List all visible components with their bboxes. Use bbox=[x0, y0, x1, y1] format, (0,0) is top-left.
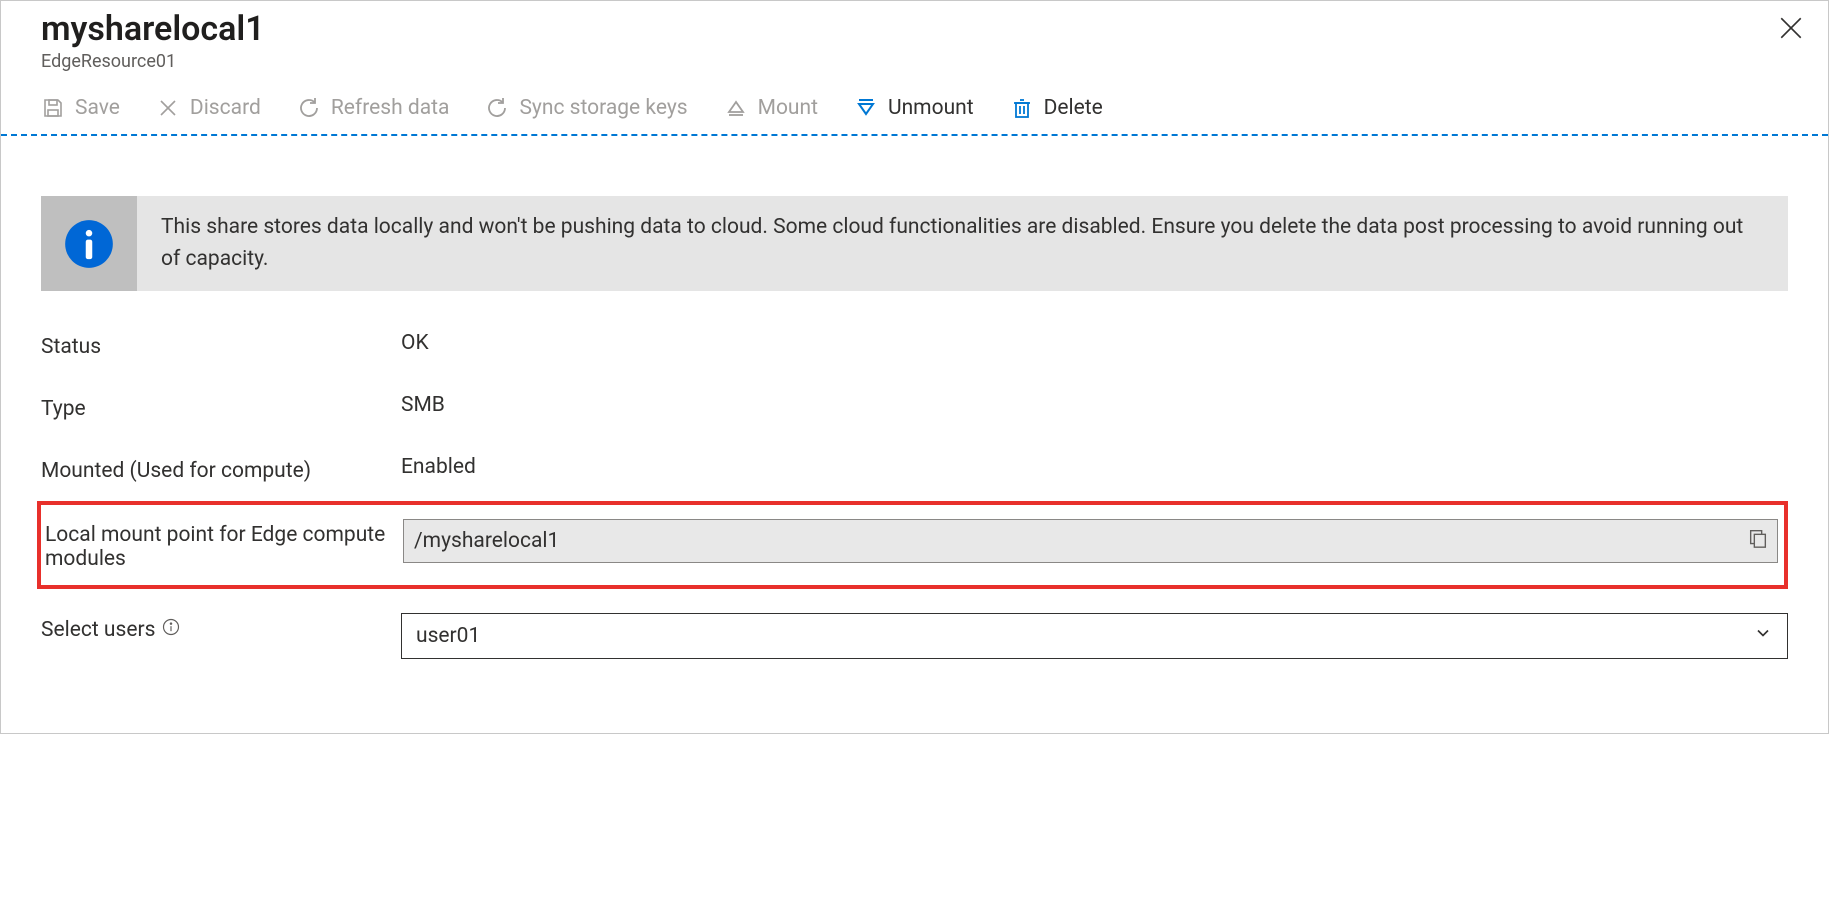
delete-label: Delete bbox=[1044, 96, 1103, 120]
refresh-button[interactable]: Refresh data bbox=[297, 96, 450, 120]
panel-header: mysharelocal1 EdgeResource01 bbox=[1, 1, 1828, 72]
mounted-row: Mounted (Used for compute) Enabled bbox=[41, 455, 1788, 483]
delete-icon bbox=[1010, 96, 1034, 120]
copy-mountpoint-button[interactable] bbox=[1747, 527, 1769, 555]
status-value: OK bbox=[401, 331, 1788, 355]
panel-content: This share stores data locally and won't… bbox=[1, 136, 1828, 659]
mount-button[interactable]: Mount bbox=[724, 96, 818, 120]
resource-subtitle: EdgeResource01 bbox=[41, 51, 1788, 72]
discard-button[interactable]: Discard bbox=[156, 96, 261, 120]
info-icon bbox=[41, 196, 137, 291]
refresh-icon bbox=[297, 96, 321, 120]
close-icon bbox=[1778, 26, 1804, 45]
selectusers-value: user01 bbox=[416, 624, 480, 648]
mount-label: Mount bbox=[758, 96, 818, 120]
status-row: Status OK bbox=[41, 331, 1788, 359]
close-button[interactable] bbox=[1778, 15, 1804, 45]
unmount-icon bbox=[854, 96, 878, 120]
type-label: Type bbox=[41, 393, 401, 421]
save-button[interactable]: Save bbox=[41, 96, 120, 120]
chevron-down-icon bbox=[1753, 623, 1773, 649]
mountpoint-label: Local mount point for Edge compute modul… bbox=[43, 519, 403, 571]
mountpoint-field: /mysharelocal1 bbox=[403, 519, 1778, 563]
unmount-label: Unmount bbox=[888, 96, 974, 120]
selectusers-row: Select users user01 bbox=[41, 613, 1788, 659]
save-icon bbox=[41, 96, 65, 120]
unmount-button[interactable]: Unmount bbox=[854, 96, 974, 120]
sync-button[interactable]: Sync storage keys bbox=[485, 96, 687, 120]
sync-label: Sync storage keys bbox=[519, 96, 687, 120]
type-value: SMB bbox=[401, 393, 1788, 417]
delete-button[interactable]: Delete bbox=[1010, 96, 1103, 120]
mounted-value: Enabled bbox=[401, 455, 1788, 479]
info-banner: This share stores data locally and won't… bbox=[41, 196, 1788, 291]
status-label: Status bbox=[41, 331, 401, 359]
info-banner-text: This share stores data locally and won't… bbox=[137, 196, 1788, 291]
mountpoint-highlight: Local mount point for Edge compute modul… bbox=[37, 501, 1788, 589]
mount-icon bbox=[724, 96, 748, 120]
sync-icon bbox=[485, 96, 509, 120]
mountpoint-value: /mysharelocal1 bbox=[414, 529, 559, 553]
discard-label: Discard bbox=[190, 96, 261, 120]
save-label: Save bbox=[75, 96, 120, 120]
selectusers-label-text: Select users bbox=[41, 618, 155, 642]
info-tooltip-icon[interactable] bbox=[161, 617, 181, 643]
selectusers-dropdown[interactable]: user01 bbox=[401, 613, 1788, 659]
refresh-label: Refresh data bbox=[331, 96, 450, 120]
type-row: Type SMB bbox=[41, 393, 1788, 421]
share-title: mysharelocal1 bbox=[41, 9, 1788, 49]
copy-icon bbox=[1747, 531, 1769, 555]
command-bar: Save Discard Refresh data Sync storage k… bbox=[1, 72, 1828, 136]
discard-icon bbox=[156, 96, 180, 120]
mounted-label: Mounted (Used for compute) bbox=[41, 455, 401, 483]
selectusers-label: Select users bbox=[41, 613, 401, 643]
share-panel: mysharelocal1 EdgeResource01 Save Discar… bbox=[0, 0, 1829, 734]
